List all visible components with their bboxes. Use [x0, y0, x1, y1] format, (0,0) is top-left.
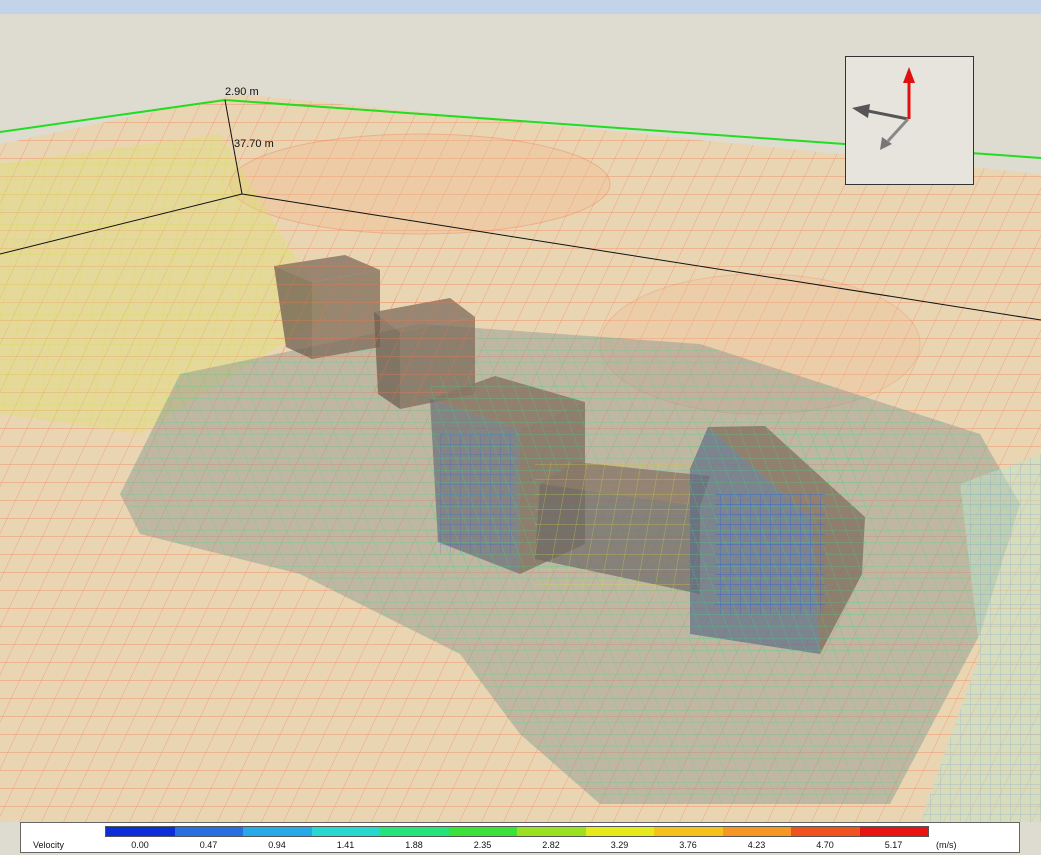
legend-swatch — [517, 827, 586, 836]
legend-swatch — [311, 827, 380, 836]
velocity-legend: Velocity 0.00 0.47 0.94 1.41 1.88 2.35 2.82 3.2… — [20, 822, 1020, 853]
legend-tick-label: 4.70 — [816, 840, 834, 850]
3d-viewport[interactable]: 2.90 m 37.70 m — [0, 14, 1041, 822]
legend-tick-label: 1.41 — [336, 840, 355, 850]
legend-swatch — [585, 827, 654, 836]
legend-tick-label: 0.94 — [268, 840, 286, 850]
legend-tick-label: 0.00 — [131, 840, 149, 850]
y-axis-arrow-icon — [880, 117, 910, 150]
building-1[interactable] — [274, 255, 380, 359]
legend-tick-label: 5.17 — [884, 840, 903, 850]
legend-tick-label: 2.82 — [542, 840, 560, 850]
wake-dome-top — [229, 133, 611, 235]
legend-tick-label: 3.76 — [679, 840, 697, 850]
building-4[interactable] — [690, 426, 865, 654]
height-dimension-label: 2.90 m — [225, 86, 259, 98]
window-title-strip — [0, 0, 1041, 14]
depth-dimension-label: 37.70 m — [234, 138, 274, 150]
legend-tick-label: 2.35 — [473, 840, 492, 850]
axis-orientation-gizmo[interactable] — [845, 56, 974, 185]
legend-swatch — [174, 827, 243, 836]
legend-color-scale — [105, 826, 929, 837]
z-axis-arrow-icon — [903, 67, 915, 119]
legend-tick-label: 1.88 — [405, 840, 423, 850]
legend-swatch — [791, 827, 860, 836]
legend-swatch — [380, 827, 449, 836]
legend-swatch — [654, 827, 723, 836]
legend-unit: (m/s) — [936, 840, 957, 850]
legend-title: Velocity — [33, 840, 65, 850]
legend-tick-label: 4.23 — [747, 840, 766, 850]
building-connector[interactable] — [535, 462, 710, 594]
x-axis-arrow-icon — [852, 104, 909, 121]
legend-swatch — [243, 827, 312, 836]
legend-tick-label: 3.29 — [610, 840, 629, 850]
legend-swatch — [859, 827, 928, 836]
legend-swatch — [722, 827, 791, 836]
legend-swatch — [106, 827, 175, 836]
legend-tick-label: 0.47 — [199, 840, 218, 850]
legend-swatch — [448, 827, 517, 836]
